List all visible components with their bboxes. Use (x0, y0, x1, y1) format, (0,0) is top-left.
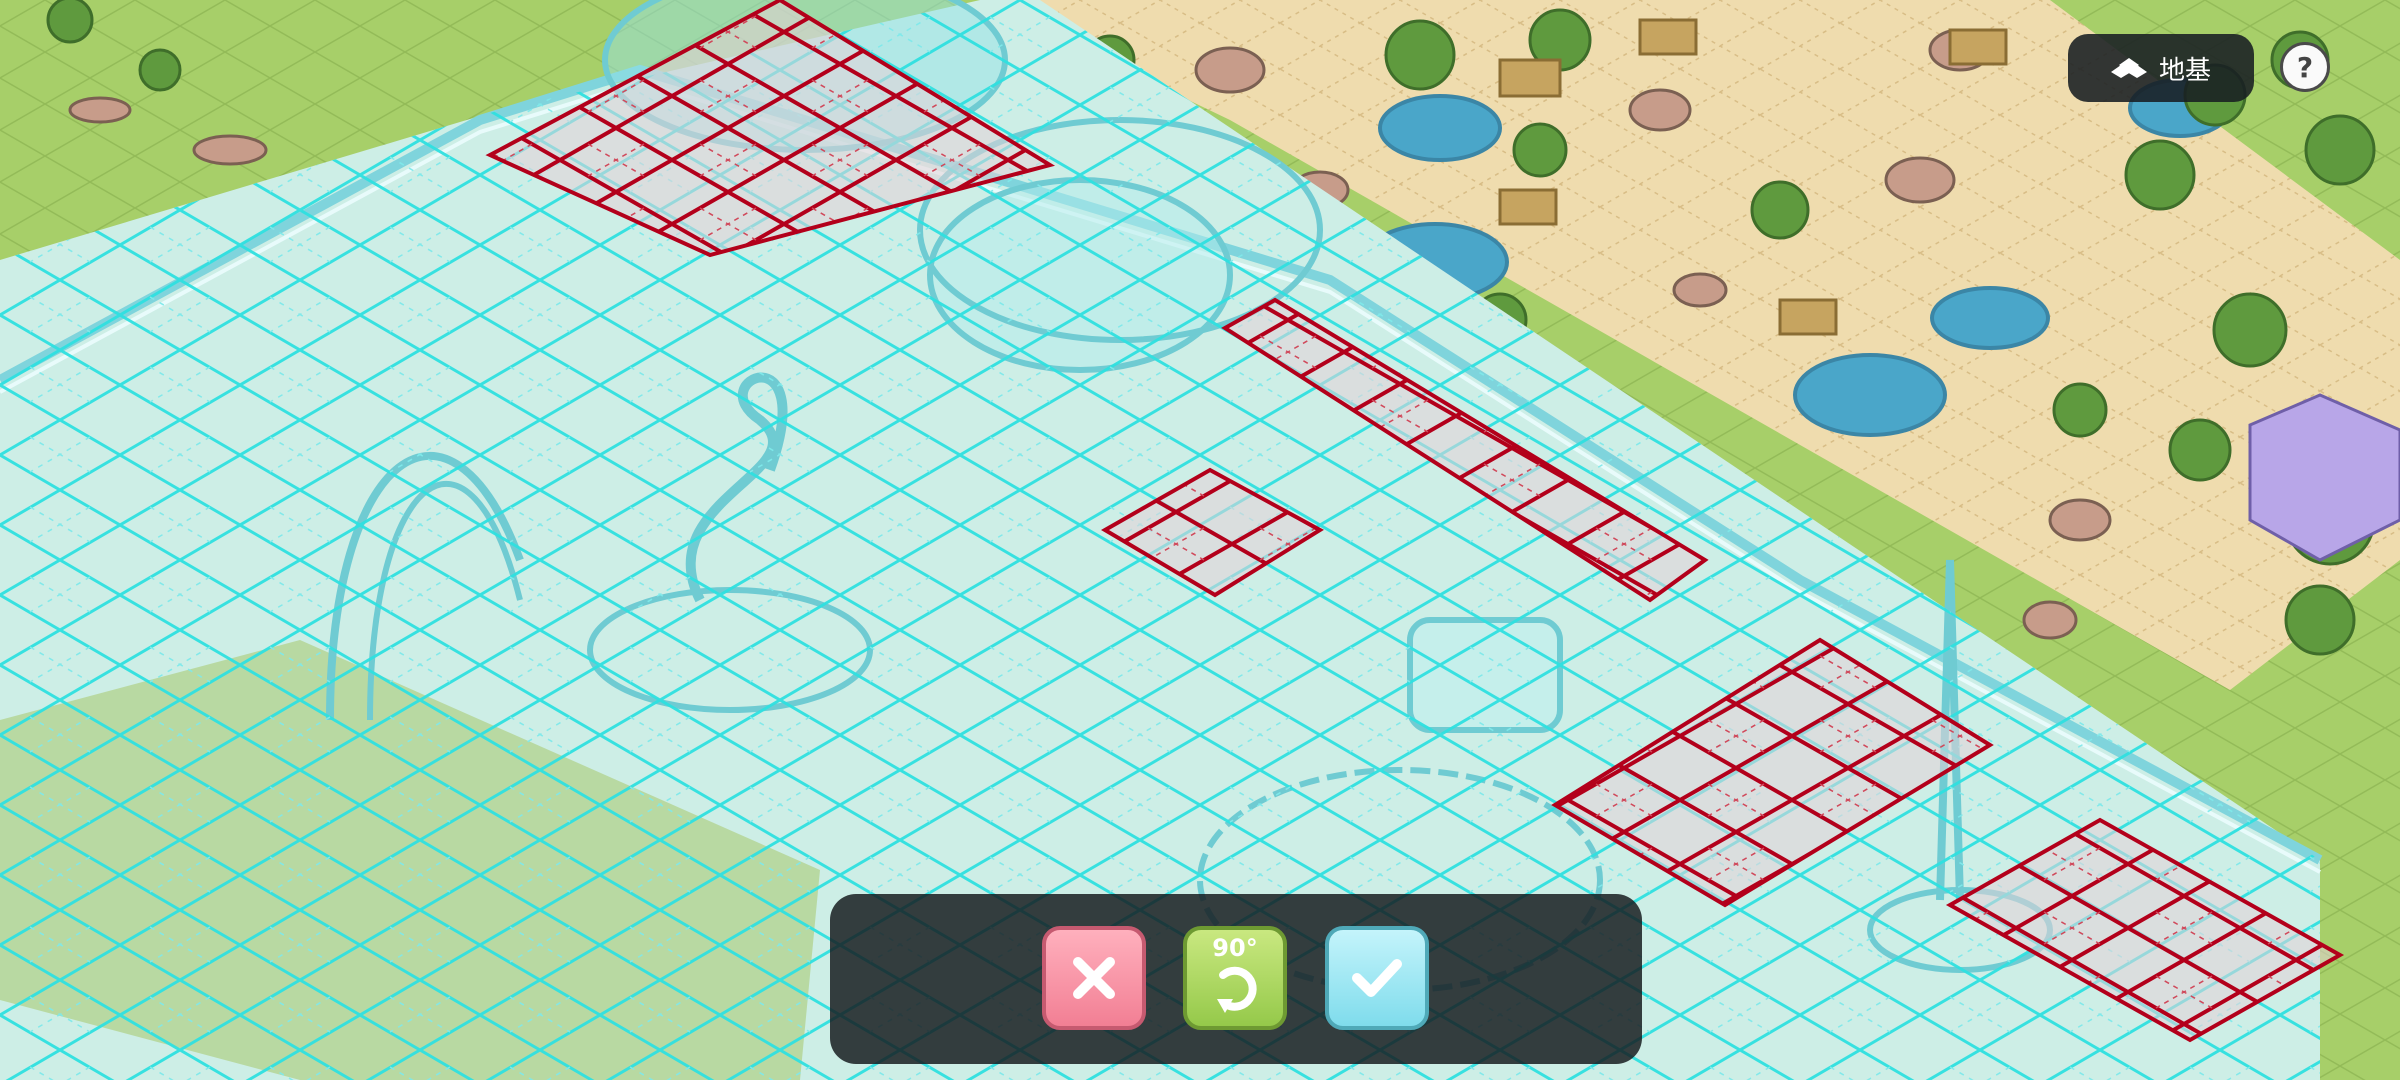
foundation-label: 地基 (2158, 55, 2211, 86)
help-button[interactable]: ? (2280, 42, 2330, 92)
check-icon (1352, 959, 1402, 997)
rotate-clockwise-icon (1217, 966, 1257, 1013)
placement-toolbar: 90° (830, 894, 1642, 1064)
help-label: ? (2296, 50, 2314, 84)
rotate-label: 90° (1212, 934, 1258, 962)
foundation-toggle-button[interactable]: 地基 (2068, 34, 2254, 102)
cancel-button[interactable] (1042, 926, 1146, 1030)
close-icon (1073, 957, 1115, 999)
rotate-button[interactable]: 90° (1183, 926, 1287, 1030)
confirm-button[interactable] (1325, 926, 1429, 1030)
foundation-icon (2110, 58, 2147, 78)
